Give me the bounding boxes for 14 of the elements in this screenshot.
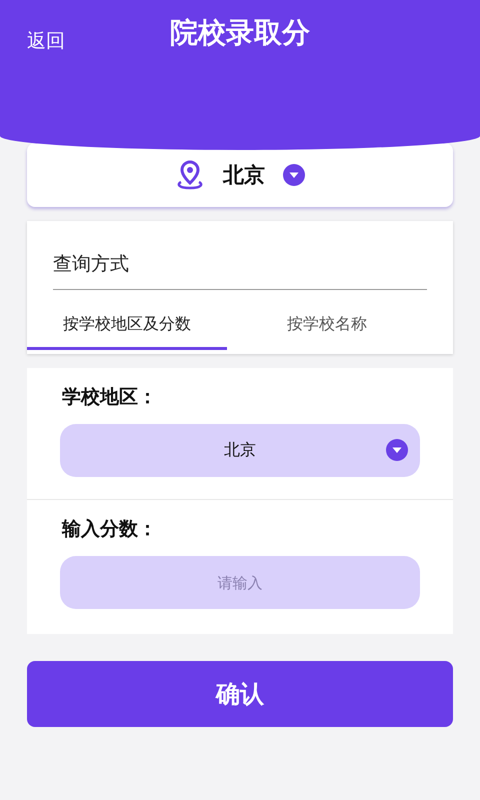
back-button[interactable]: 返回 <box>27 28 65 54</box>
region-label: 学校地区： <box>62 385 157 410</box>
confirm-button[interactable]: 确认 <box>27 661 453 727</box>
location-pin-icon <box>175 159 205 191</box>
query-method-label: 查询方式 <box>53 253 129 275</box>
query-tab[interactable]: 按学校名称 <box>227 308 427 350</box>
page-title: 院校录取分 <box>170 16 310 49</box>
score-label: 输入分数： <box>62 517 157 542</box>
region-select[interactable]: 北京 <box>60 424 420 477</box>
score-input[interactable]: 请输入 <box>60 556 420 609</box>
dropdown-icon <box>386 439 408 461</box>
query-tab[interactable]: 按学校地区及分数 <box>27 308 227 350</box>
city-name: 北京 <box>223 162 265 189</box>
dropdown-icon <box>283 164 305 186</box>
